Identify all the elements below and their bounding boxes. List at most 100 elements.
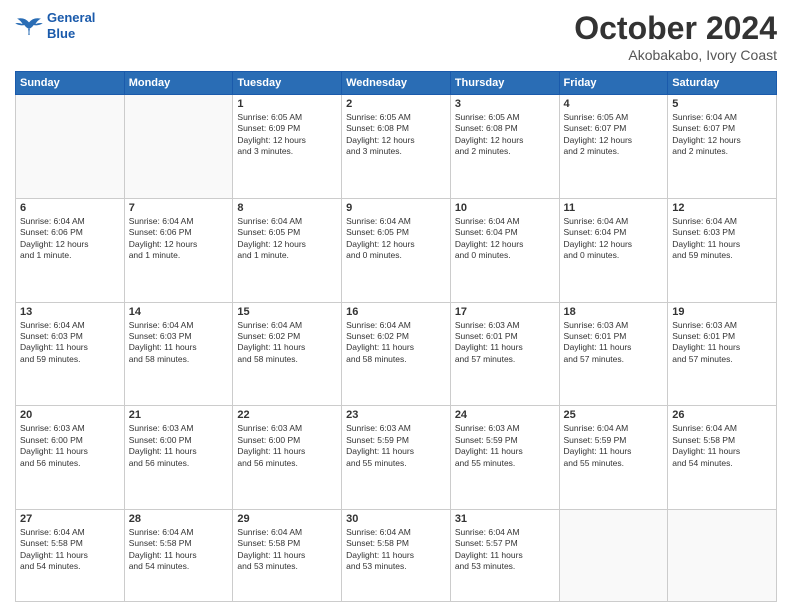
day-info: Sunrise: 6:04 AM Sunset: 5:58 PM Dayligh… xyxy=(346,527,446,573)
day-number: 25 xyxy=(564,409,664,421)
day-info: Sunrise: 6:04 AM Sunset: 6:04 PM Dayligh… xyxy=(564,216,664,262)
day-info: Sunrise: 6:04 AM Sunset: 5:58 PM Dayligh… xyxy=(20,527,120,573)
calendar-cell: 7Sunrise: 6:04 AM Sunset: 6:06 PM Daylig… xyxy=(124,198,233,302)
day-number: 30 xyxy=(346,513,446,525)
day-number: 4 xyxy=(564,98,664,110)
calendar-cell: 14 Sunrise: 6:04 AM Sunset: 6:03 PM Dayli… xyxy=(124,302,233,406)
day-info: Sunrise: 6:04 AM Sunset: 5:58 PM Dayligh… xyxy=(672,423,772,469)
day-number: 12 xyxy=(672,202,772,214)
location: Akobakabo, Ivory Coast xyxy=(574,47,777,63)
calendar-week-row: 20 Sunrise: 6:03 AM Sunset: 6:00 PM Dayli… xyxy=(16,406,777,510)
day-number: 28 xyxy=(129,513,229,525)
day-info: Sunrise: 6:04 AM Sunset: 6:03 PM Dayligh… xyxy=(129,320,229,366)
calendar-cell xyxy=(16,95,125,199)
weekday-header-wednesday: Wednesday xyxy=(342,72,451,95)
day-info: Sunrise: 6:04 AM Sunset: 5:57 PM Dayligh… xyxy=(455,527,555,573)
logo: General Blue xyxy=(15,10,95,41)
calendar-cell: 28 Sunrise: 6:04 AM Sunset: 5:58 PM Dayli… xyxy=(124,510,233,602)
calendar-cell: 3 Sunrise: 6:05 AM Sunset: 6:08 PM Daylig… xyxy=(450,95,559,199)
day-info: Sunrise: 6:04 AM Sunset: 6:04 PM Dayligh… xyxy=(455,216,555,262)
calendar-cell: 11Sunrise: 6:04 AM Sunset: 6:04 PM Dayli… xyxy=(559,198,668,302)
calendar-cell: 2 Sunrise: 6:05 AM Sunset: 6:08 PM Daylig… xyxy=(342,95,451,199)
weekday-header-sunday: Sunday xyxy=(16,72,125,95)
day-number: 8 xyxy=(237,202,337,214)
day-number: 27 xyxy=(20,513,120,525)
day-number: 3 xyxy=(455,98,555,110)
day-info: Sunrise: 6:04 AM Sunset: 6:03 PM Dayligh… xyxy=(20,320,120,366)
calendar-cell xyxy=(559,510,668,602)
logo-line2: Blue xyxy=(47,26,75,41)
day-info: Sunrise: 6:03 AM Sunset: 6:01 PM Dayligh… xyxy=(672,320,772,366)
day-info: Sunrise: 6:05 AM Sunset: 6:07 PM Dayligh… xyxy=(564,112,664,158)
weekday-header-row: SundayMondayTuesdayWednesdayThursdayFrid… xyxy=(16,72,777,95)
weekday-header-tuesday: Tuesday xyxy=(233,72,342,95)
day-info: Sunrise: 6:05 AM Sunset: 6:08 PM Dayligh… xyxy=(346,112,446,158)
day-number: 9 xyxy=(346,202,446,214)
calendar-cell: 25 Sunrise: 6:04 AM Sunset: 5:59 PM Dayli… xyxy=(559,406,668,510)
day-number: 15 xyxy=(237,306,337,318)
calendar-cell: 20 Sunrise: 6:03 AM Sunset: 6:00 PM Dayli… xyxy=(16,406,125,510)
calendar-cell: 26 Sunrise: 6:04 AM Sunset: 5:58 PM Dayli… xyxy=(668,406,777,510)
calendar-cell: 30 Sunrise: 6:04 AM Sunset: 5:58 PM Dayli… xyxy=(342,510,451,602)
logo-text: General Blue xyxy=(47,10,95,41)
weekday-header-monday: Monday xyxy=(124,72,233,95)
calendar-cell: 16 Sunrise: 6:04 AM Sunset: 6:02 PM Dayli… xyxy=(342,302,451,406)
day-info: Sunrise: 6:04 AM Sunset: 6:02 PM Dayligh… xyxy=(346,320,446,366)
day-number: 14 xyxy=(129,306,229,318)
logo-icon xyxy=(15,15,43,37)
day-number: 24 xyxy=(455,409,555,421)
weekday-header-thursday: Thursday xyxy=(450,72,559,95)
month-title: October 2024 xyxy=(574,10,777,47)
day-info: Sunrise: 6:04 AM Sunset: 5:58 PM Dayligh… xyxy=(237,527,337,573)
day-info: Sunrise: 6:03 AM Sunset: 6:00 PM Dayligh… xyxy=(20,423,120,469)
calendar-week-row: 6 Sunrise: 6:04 AM Sunset: 6:06 PM Daylig… xyxy=(16,198,777,302)
calendar-cell: 10Sunrise: 6:04 AM Sunset: 6:04 PM Dayli… xyxy=(450,198,559,302)
calendar-week-row: 1Sunrise: 6:05 AM Sunset: 6:09 PM Daylig… xyxy=(16,95,777,199)
calendar-cell: 18 Sunrise: 6:03 AM Sunset: 6:01 PM Dayli… xyxy=(559,302,668,406)
logo-line1: General xyxy=(47,10,95,25)
day-info: Sunrise: 6:03 AM Sunset: 6:00 PM Dayligh… xyxy=(129,423,229,469)
day-number: 26 xyxy=(672,409,772,421)
day-info: Sunrise: 6:04 AM Sunset: 6:03 PM Dayligh… xyxy=(672,216,772,262)
day-info: Sunrise: 6:05 AM Sunset: 6:08 PM Dayligh… xyxy=(455,112,555,158)
day-number: 22 xyxy=(237,409,337,421)
day-info: Sunrise: 6:04 AM Sunset: 6:06 PM Dayligh… xyxy=(20,216,120,262)
calendar-cell: 12 Sunrise: 6:04 AM Sunset: 6:03 PM Dayli… xyxy=(668,198,777,302)
calendar-week-row: 13Sunrise: 6:04 AM Sunset: 6:03 PM Dayli… xyxy=(16,302,777,406)
day-info: Sunrise: 6:03 AM Sunset: 6:01 PM Dayligh… xyxy=(455,320,555,366)
day-number: 6 xyxy=(20,202,120,214)
weekday-header-friday: Friday xyxy=(559,72,668,95)
day-info: Sunrise: 6:03 AM Sunset: 6:01 PM Dayligh… xyxy=(564,320,664,366)
day-info: Sunrise: 6:04 AM Sunset: 6:05 PM Dayligh… xyxy=(237,216,337,262)
day-number: 23 xyxy=(346,409,446,421)
day-number: 19 xyxy=(672,306,772,318)
calendar-cell: 24 Sunrise: 6:03 AM Sunset: 5:59 PM Dayli… xyxy=(450,406,559,510)
day-info: Sunrise: 6:04 AM Sunset: 5:59 PM Dayligh… xyxy=(564,423,664,469)
day-info: Sunrise: 6:03 AM Sunset: 6:00 PM Dayligh… xyxy=(237,423,337,469)
calendar-week-row: 27 Sunrise: 6:04 AM Sunset: 5:58 PM Dayli… xyxy=(16,510,777,602)
weekday-header-saturday: Saturday xyxy=(668,72,777,95)
header: General Blue October 2024 Akobakabo, Ivo… xyxy=(15,10,777,63)
calendar-cell: 6 Sunrise: 6:04 AM Sunset: 6:06 PM Daylig… xyxy=(16,198,125,302)
day-number: 18 xyxy=(564,306,664,318)
day-number: 2 xyxy=(346,98,446,110)
calendar-cell: 5 Sunrise: 6:04 AM Sunset: 6:07 PM Daylig… xyxy=(668,95,777,199)
day-number: 5 xyxy=(672,98,772,110)
calendar-cell xyxy=(124,95,233,199)
day-number: 16 xyxy=(346,306,446,318)
day-info: Sunrise: 6:03 AM Sunset: 5:59 PM Dayligh… xyxy=(455,423,555,469)
day-info: Sunrise: 6:05 AM Sunset: 6:09 PM Dayligh… xyxy=(237,112,337,158)
day-number: 20 xyxy=(20,409,120,421)
day-number: 29 xyxy=(237,513,337,525)
calendar-cell: 22 Sunrise: 6:03 AM Sunset: 6:00 PM Dayli… xyxy=(233,406,342,510)
day-number: 21 xyxy=(129,409,229,421)
day-info: Sunrise: 6:04 AM Sunset: 5:58 PM Dayligh… xyxy=(129,527,229,573)
calendar-cell: 9Sunrise: 6:04 AM Sunset: 6:05 PM Daylig… xyxy=(342,198,451,302)
calendar-cell: 4 Sunrise: 6:05 AM Sunset: 6:07 PM Daylig… xyxy=(559,95,668,199)
day-info: Sunrise: 6:03 AM Sunset: 5:59 PM Dayligh… xyxy=(346,423,446,469)
day-info: Sunrise: 6:04 AM Sunset: 6:07 PM Dayligh… xyxy=(672,112,772,158)
calendar-table: SundayMondayTuesdayWednesdayThursdayFrid… xyxy=(15,71,777,602)
calendar-cell: 23 Sunrise: 6:03 AM Sunset: 5:59 PM Dayli… xyxy=(342,406,451,510)
calendar-cell xyxy=(668,510,777,602)
title-block: October 2024 Akobakabo, Ivory Coast xyxy=(574,10,777,63)
